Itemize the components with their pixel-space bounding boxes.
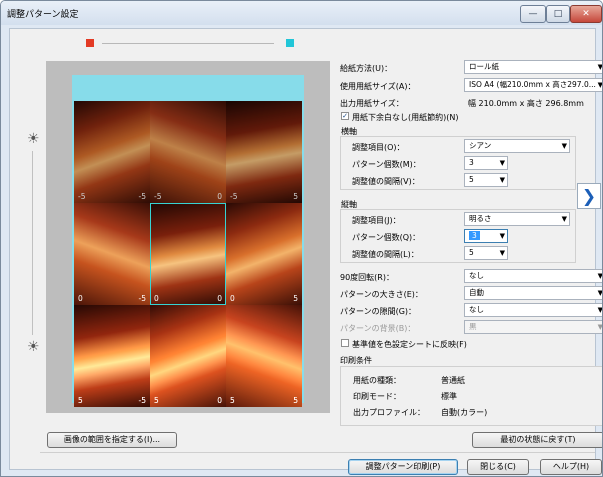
h-interval-select[interactable]: 5 ▼ bbox=[464, 173, 508, 187]
pattern-cell[interactable]: 0 -5 bbox=[74, 203, 150, 305]
pattern-cell[interactable]: 00 bbox=[150, 203, 226, 305]
pattern-size-label: パターンの大きさ(E)： bbox=[340, 290, 423, 299]
rotate-label: 90度回転(R)： bbox=[340, 273, 394, 282]
red-marker bbox=[86, 39, 94, 47]
dialog-body: ☀ ☀ -5 -5 -5 0 -5 5 0 -5 0 0 0 5 5 -5 5 0 5 5 画像の範囲を指定する(… bbox=[9, 28, 602, 475]
reflect-label: 基準値を色設定シートに反映(F) bbox=[352, 340, 467, 349]
v-item-select[interactable]: 明るさ ▼ bbox=[464, 212, 570, 226]
pattern-value-left: 5 bbox=[154, 396, 159, 405]
v-interval-select[interactable]: 5 ▼ bbox=[464, 246, 508, 260]
pattern-cell[interactable]: -5 5 bbox=[226, 101, 302, 203]
h-count-select[interactable]: 3 ▼ bbox=[464, 156, 508, 170]
pattern-cell[interactable]: 05 bbox=[226, 203, 302, 305]
paper-preview: -5 -5 -5 0 -5 5 0 -5 0 0 0 5 5 -5 5 0 5 5 bbox=[72, 75, 304, 407]
print-conditions-title: 印刷条件 bbox=[340, 356, 372, 365]
preview-area: -5 -5 -5 0 -5 5 0 -5 0 0 0 5 5 -5 5 0 5 5 bbox=[46, 61, 330, 413]
help-button[interactable]: ヘルプ(H) bbox=[540, 459, 602, 475]
brightness-icon-top: ☀ bbox=[27, 131, 40, 147]
reset-button[interactable]: 最初の状態に戻す(T) bbox=[472, 432, 602, 448]
output-profile-value: 自動(カラー) bbox=[441, 408, 488, 417]
pattern-value-left: 0 bbox=[230, 294, 235, 303]
output-profile-label: 出力プロファイル： bbox=[353, 408, 425, 417]
pattern-gap-label: パターンの隙間(G)： bbox=[340, 307, 417, 316]
swap-axes-button[interactable]: ❯ bbox=[577, 183, 601, 209]
brightness-slider-track[interactable] bbox=[32, 151, 33, 335]
rotate-select[interactable]: なし ▼ bbox=[464, 269, 602, 283]
pattern-value-right: -5 bbox=[138, 294, 146, 303]
window-title: 調整パターン設定 bbox=[7, 10, 79, 20]
pattern-cell[interactable]: 55 bbox=[226, 305, 302, 407]
pattern-bg-label: パターンの背景(B)： bbox=[340, 324, 416, 333]
h-item-label: 調整項目(O)： bbox=[352, 143, 405, 152]
paper-type-label: 用紙の種類： bbox=[353, 376, 401, 385]
paper-size-label: 使用用紙サイズ(A)： bbox=[340, 82, 416, 91]
feed-method-select[interactable]: ロール紙 ▼ bbox=[464, 60, 602, 74]
v-count-select[interactable]: 3 ▼ bbox=[464, 229, 508, 243]
no-margin-checkbox[interactable]: ✓ bbox=[341, 112, 349, 120]
separator bbox=[40, 452, 595, 453]
pattern-value-right: 5 bbox=[293, 396, 298, 405]
brightness-icon-bottom: ☀ bbox=[27, 339, 40, 355]
specify-range-button[interactable]: 画像の範囲を指定する(I)... bbox=[47, 432, 177, 448]
pattern-value-left: 5 bbox=[78, 396, 83, 405]
pattern-value-left: 0 bbox=[78, 294, 83, 303]
no-margin-label: 用紙下余白なし(用紙節約)(N) bbox=[352, 113, 459, 122]
pattern-cell[interactable]: -5 -5 bbox=[74, 101, 150, 203]
pattern-value-left: -5 bbox=[230, 192, 238, 201]
pattern-value-left: -5 bbox=[78, 192, 86, 201]
pattern-gap-select[interactable]: なし ▼ bbox=[464, 303, 602, 317]
v-interval-label: 調整値の間隔(L)： bbox=[352, 250, 419, 259]
pattern-value-right: 0 bbox=[217, 294, 222, 303]
maximize-button[interactable]: □ bbox=[546, 5, 570, 23]
pattern-value-right: -5 bbox=[138, 396, 146, 405]
paper-type-value: 普通紙 bbox=[441, 376, 465, 385]
dialog-window: 調整パターン設定 — □ ✕ ☀ ☀ -5 -5 -5 0 -5 5 0 -5 0 0 0 5 5 -5 5… bbox=[0, 0, 603, 477]
output-size-value: 幅 210.0mm x 高さ 296.8mm bbox=[468, 99, 584, 108]
v-item-label: 調整項目(J)： bbox=[352, 216, 401, 225]
output-size-label: 出力用紙サイズ： bbox=[340, 99, 404, 108]
print-mode-label: 印刷モード： bbox=[353, 392, 401, 401]
pattern-value-left: 5 bbox=[230, 396, 235, 405]
pattern-value-right: 0 bbox=[217, 396, 222, 405]
v-count-label: パターン個数(Q)： bbox=[352, 233, 421, 242]
cyan-marker bbox=[286, 39, 294, 47]
feed-method-label: 給紙方法(U)： bbox=[340, 64, 393, 73]
close-window-button[interactable]: ✕ bbox=[570, 5, 602, 23]
pattern-value-left: 0 bbox=[154, 294, 159, 303]
color-slider-track[interactable] bbox=[102, 43, 274, 44]
pattern-cell[interactable]: -5 0 bbox=[150, 101, 226, 203]
pattern-value-right: 5 bbox=[293, 294, 298, 303]
pattern-cell[interactable]: 50 bbox=[150, 305, 226, 407]
h-count-label: パターン個数(M)： bbox=[352, 160, 421, 169]
h-item-select[interactable]: シアン ▼ bbox=[464, 139, 570, 153]
print-mode-value: 標準 bbox=[441, 392, 457, 401]
reflect-checkbox[interactable] bbox=[341, 339, 349, 347]
pattern-value-left: -5 bbox=[154, 192, 162, 201]
paper-size-select[interactable]: ISO A4 (幅210.0mm x 高さ297.0... ▼ bbox=[464, 78, 602, 92]
pattern-grid: -5 -5 -5 0 -5 5 0 -5 0 0 0 5 5 -5 5 0 5 5 bbox=[74, 101, 302, 407]
close-button[interactable]: 閉じる(C) bbox=[467, 459, 529, 475]
print-pattern-button[interactable]: 調整パターン印刷(P) bbox=[348, 459, 458, 475]
pattern-cell[interactable]: 5 -5 bbox=[74, 305, 150, 407]
h-interval-label: 調整値の間隔(V)： bbox=[352, 177, 420, 186]
title-bar: 調整パターン設定 — □ ✕ bbox=[1, 1, 602, 25]
pattern-value-right: 5 bbox=[293, 192, 298, 201]
pattern-value-right: 0 bbox=[217, 192, 222, 201]
pattern-value-right: -5 bbox=[138, 192, 146, 201]
pattern-size-select[interactable]: 自動 ▼ bbox=[464, 286, 602, 300]
minimize-button[interactable]: — bbox=[520, 5, 546, 23]
pattern-bg-select[interactable]: 黒 ▼ bbox=[464, 320, 602, 334]
